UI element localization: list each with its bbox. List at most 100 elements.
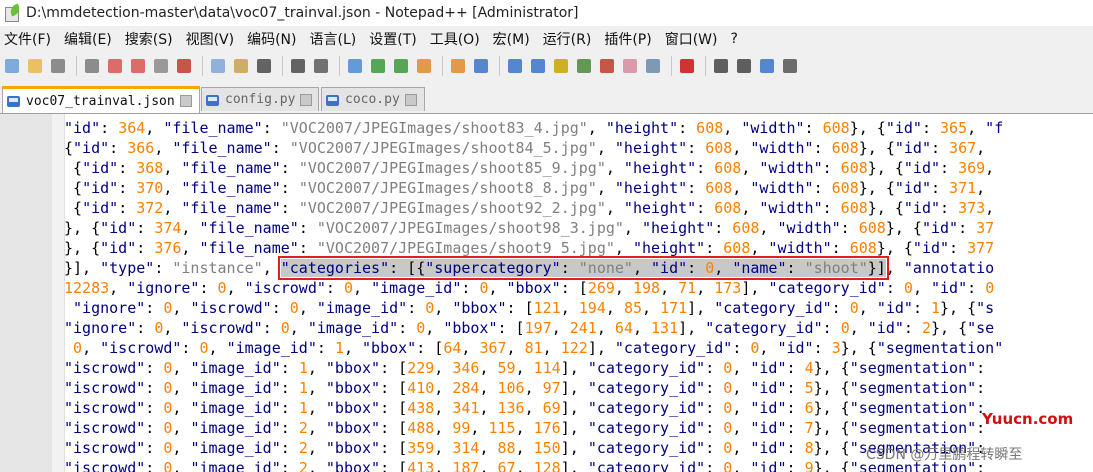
json-punct: , <box>985 199 995 217</box>
json-number: 37 <box>976 219 995 237</box>
menu-search[interactable]: 搜索(S) <box>125 29 173 49</box>
menu-tools[interactable]: 工具(O) <box>430 29 480 49</box>
json-key: "height" <box>614 139 688 157</box>
json-punct: : <box>181 339 200 357</box>
cut-icon[interactable] <box>174 56 194 76</box>
json-punct: : <box>705 399 724 417</box>
json-punct: , <box>723 119 742 137</box>
json-number: 0 <box>723 459 733 472</box>
sync-vertical-icon[interactable] <box>414 56 434 76</box>
menu-view[interactable]: 视图(V) <box>186 29 235 49</box>
copy-icon[interactable] <box>208 56 228 76</box>
json-key: "iscrowd" <box>64 459 146 472</box>
play-macro-icon[interactable] <box>734 56 754 76</box>
tab-close-icon[interactable] <box>404 93 417 106</box>
code-line: }, {"id": 374, "file_name": "VOC2007/JPE… <box>64 218 1093 238</box>
json-punct: : <box>398 319 417 337</box>
json-punct: : <box>696 159 715 177</box>
json-punct: , <box>605 159 624 177</box>
json-key: "id" <box>82 179 119 197</box>
json-punct: , <box>434 379 453 397</box>
json-punct: : <box>786 379 805 397</box>
menu-plugins[interactable]: 插件(P) <box>604 29 651 49</box>
sync-horizontal-icon[interactable] <box>448 56 468 76</box>
show-all-chars-icon[interactable] <box>505 56 525 76</box>
json-punct: }, { <box>813 359 850 377</box>
json-key: "segmentation" <box>849 359 977 377</box>
json-key: "categories" <box>280 259 390 277</box>
json-key: "width" <box>750 139 814 157</box>
json-key: "height" <box>623 159 697 177</box>
menu-settings[interactable]: 设置(T) <box>369 29 416 49</box>
doc-map-icon[interactable] <box>574 56 594 76</box>
json-punct: , <box>849 319 868 337</box>
json-number: 608 <box>849 239 877 257</box>
json-key: "height" <box>605 119 679 137</box>
json-punct: : <box>813 339 832 357</box>
tab-close-icon[interactable] <box>179 95 192 107</box>
json-punct: : <box>118 199 137 217</box>
save-all-icon[interactable] <box>82 56 102 76</box>
menu-edit[interactable]: 编辑(E) <box>64 29 112 49</box>
open-file-icon[interactable] <box>25 56 45 76</box>
function-list-icon[interactable] <box>597 56 617 76</box>
menu-window[interactable]: 窗口(W) <box>665 29 718 49</box>
json-punct: : <box>136 239 155 257</box>
save-macro-icon[interactable] <box>780 56 800 76</box>
json-number: 370 <box>136 179 164 197</box>
json-key: "height" <box>641 219 715 237</box>
close-all-icon[interactable] <box>128 56 148 76</box>
folder-workspace-icon[interactable] <box>620 56 640 76</box>
menu-file[interactable]: 文件(F) <box>4 29 51 49</box>
word-wrap-icon[interactable] <box>471 56 491 76</box>
tab-coco-py[interactable]: coco.py <box>321 87 425 111</box>
run-macro-multiple-icon[interactable] <box>757 56 777 76</box>
json-punct: : <box>921 119 941 137</box>
json-punct: , <box>596 319 615 337</box>
tab-bar: voc07_trainval.json config.py coco.py <box>0 85 1093 114</box>
menu-language[interactable]: 语言(L) <box>310 29 357 49</box>
json-punct: , <box>488 279 507 297</box>
code-area[interactable]: "id": 364, "file_name": "VOC2007/JPEGIma… <box>64 118 1093 472</box>
json-punct: , <box>741 159 760 177</box>
json-number: 364 <box>118 119 146 137</box>
menu-encoding[interactable]: 编码(N) <box>247 29 296 49</box>
monitor-icon[interactable] <box>643 56 663 76</box>
json-number: 608 <box>822 119 850 137</box>
stop-macro-icon[interactable] <box>711 56 731 76</box>
menu-help[interactable]: ? <box>731 31 738 47</box>
menu-macro[interactable]: 宏(M) <box>493 29 530 49</box>
record-macro-icon[interactable] <box>677 56 697 76</box>
save-icon[interactable] <box>48 56 68 76</box>
print-icon[interactable] <box>151 56 171 76</box>
undo-icon[interactable] <box>254 56 274 76</box>
tab-close-icon[interactable] <box>300 93 313 106</box>
new-file-icon[interactable] <box>2 56 22 76</box>
json-number: 0 <box>289 299 299 317</box>
close-icon[interactable] <box>105 56 125 76</box>
tab-config-py[interactable]: config.py <box>201 87 319 111</box>
tab-voc07-trainval-json[interactable]: voc07_trainval.json <box>2 86 200 113</box>
indent-guide-icon[interactable] <box>528 56 548 76</box>
json-punct: , <box>632 319 652 337</box>
paste-icon[interactable] <box>231 56 251 76</box>
json-punct: : <box>461 279 480 297</box>
replace-icon[interactable] <box>345 56 365 76</box>
json-key: "category_id" <box>714 299 832 317</box>
json-punct: : <box>696 199 715 217</box>
json-number: 371 <box>949 179 977 197</box>
zoom-out-icon[interactable] <box>391 56 411 76</box>
json-key: "bbox" <box>325 419 381 437</box>
json-punct: , <box>741 199 760 217</box>
udl-icon[interactable] <box>551 56 571 76</box>
json-punct: , <box>172 399 191 417</box>
find-icon[interactable] <box>311 56 331 76</box>
menu-run[interactable]: 运行(R) <box>543 29 592 49</box>
zoom-in-icon[interactable] <box>368 56 388 76</box>
json-number: 369 <box>958 159 986 177</box>
toolbar-separator <box>76 56 77 76</box>
json-punct: }], <box>64 259 101 277</box>
editor-pane[interactable]: "id": 364, "file_name": "VOC2007/JPEGIma… <box>0 114 1093 472</box>
redo-icon[interactable] <box>288 56 308 76</box>
json-string: "VOC2007/JPEGImages/shoot85_9.jpg" <box>298 159 606 177</box>
